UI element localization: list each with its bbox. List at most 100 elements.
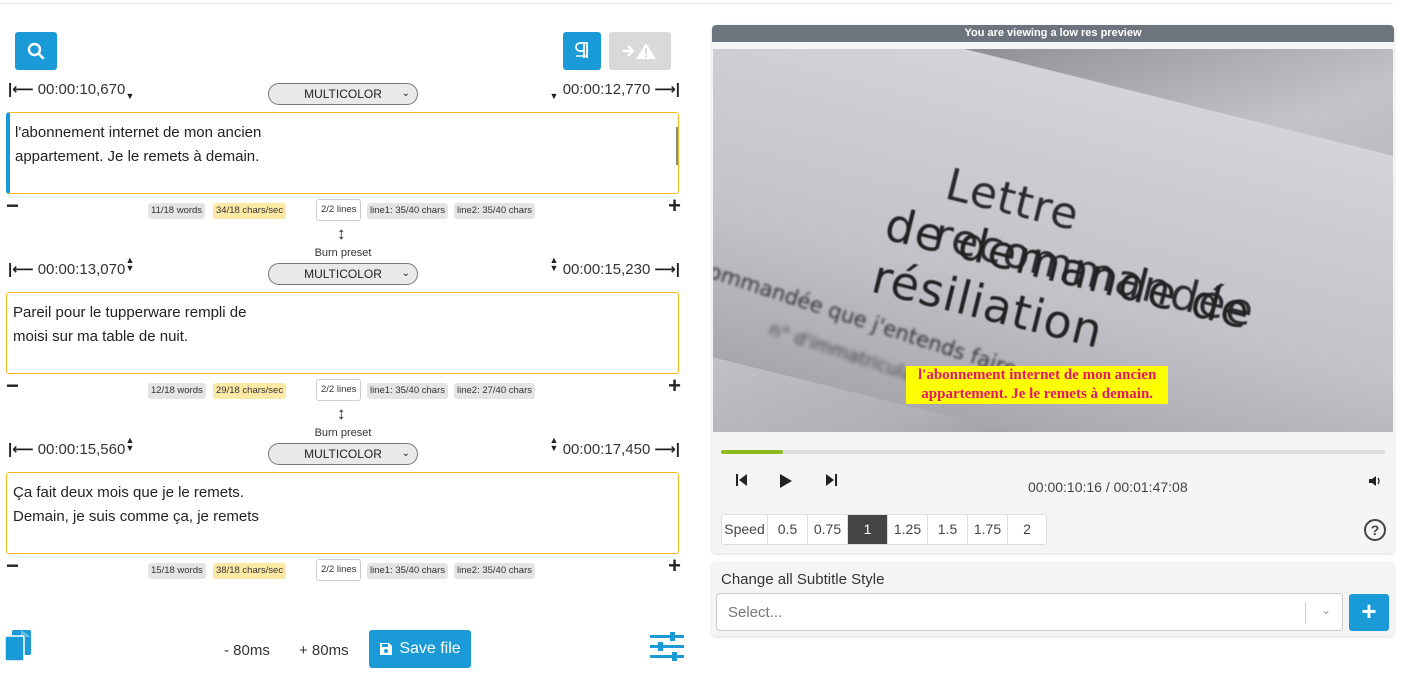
word-count-badge: 12/18 words [148, 383, 206, 399]
end-spinner-icon[interactable]: ▲ ▼ [549, 436, 559, 453]
speed-label: Speed [722, 515, 768, 544]
burned-subtitle: l'abonnement internet de mon ancien appa… [906, 366, 1169, 404]
goto-warning-button[interactable] [609, 32, 671, 70]
pilcrow-icon [575, 42, 588, 58]
cps-badge: 34/18 chars/sec [213, 203, 287, 219]
preset-select[interactable]: MULTICOLOR ⌄ [268, 263, 418, 285]
end-time[interactable]: 00:00:17,450 ⟶| [563, 440, 680, 459]
top-divider [0, 3, 1393, 4]
cps-badge: 29/18 chars/sec [213, 383, 287, 399]
chevron-down-icon: ⌄ [1320, 603, 1331, 617]
line1-chars-badge: line1: 35/40 chars [367, 203, 448, 219]
subtitle-2-stats: − 12/18 words 29/18 chars/sec 2/2 lines … [6, 373, 681, 401]
bottom-toolbar: - 80ms + 80ms Save file [0, 630, 690, 670]
speed-option-selected[interactable]: 1 [848, 515, 888, 544]
low-res-banner: You are viewing a low res preview [712, 25, 1394, 42]
speed-option[interactable]: 0.5 [768, 515, 808, 544]
start-spinner-icon[interactable]: ▲ ▼ [125, 256, 135, 273]
subtitle-2-time-row: |⟵ 00:00:13,070 ▲ ▼ MULTICOLOR ⌄ ▲ ▼ 00:00… [8, 256, 680, 285]
go-end-icon[interactable]: ⟶| [654, 80, 680, 98]
merge-swap-icon[interactable]: ↕ [337, 224, 346, 244]
shift-minus-button[interactable]: - 80ms [224, 642, 270, 659]
subtitle-1-stats: − 11/18 words 34/18 chars/sec 2/2 lines … [6, 193, 681, 221]
start-time[interactable]: |⟵ 00:00:10,670 [8, 80, 125, 99]
speed-option[interactable]: 1.25 [888, 515, 928, 544]
style-select[interactable]: Select... ⌄ [716, 593, 1343, 631]
add-style-button[interactable]: + [1349, 594, 1389, 631]
remove-subtitle-button[interactable]: − [6, 373, 19, 399]
chevron-down-icon: ⌄ [401, 448, 410, 459]
go-start-icon[interactable]: |⟵ [8, 440, 34, 458]
speed-option[interactable]: 1.5 [928, 515, 968, 544]
go-start-icon[interactable]: |⟵ [8, 80, 34, 98]
start-decrease-icon[interactable]: ▼ [125, 92, 135, 101]
burn-preset-label: Burn preset [314, 427, 372, 439]
seek-bar-fill [721, 450, 784, 454]
start-spinner-icon[interactable]: ▲ ▼ [125, 436, 135, 453]
video-frame[interactable]: Lettre recommandée de demande de résilia… [713, 49, 1393, 432]
end-decrease-icon[interactable]: ▼ [549, 92, 559, 101]
cps-badge: 38/18 chars/sec [213, 563, 287, 579]
preset-select[interactable]: MULTICOLOR ⌄ [268, 83, 418, 105]
speed-option[interactable]: 0.75 [808, 515, 848, 544]
floppy-icon [380, 643, 393, 655]
copy-icon[interactable] [4, 630, 32, 662]
line2-chars-badge: line2: 35/40 chars [454, 563, 535, 579]
volume-icon[interactable] [1368, 475, 1382, 490]
line1-chars-badge: line1: 35/40 chars [367, 383, 448, 399]
merge-swap-icon[interactable]: ↕ [337, 404, 346, 424]
arrow-warning-icon [623, 43, 656, 59]
scrollbar[interactable] [676, 127, 678, 165]
search-icon [27, 42, 45, 60]
subtitle-style-panel: Change all Subtitle Style Select... ⌄ + [712, 562, 1394, 636]
skip-forward-icon[interactable] [825, 473, 837, 492]
preset-select[interactable]: MULTICOLOR ⌄ [268, 443, 418, 465]
save-file-button[interactable]: Save file [369, 630, 471, 668]
chevron-down-icon: ⌄ [401, 88, 410, 99]
subtitle-text-area[interactable]: l'abonnement internet de mon ancien appa… [6, 112, 679, 194]
start-time[interactable]: |⟵ 00:00:13,070 [8, 260, 125, 279]
line-count-badge: 2/2 lines [316, 559, 362, 581]
subtitle-text-area[interactable]: Pareil pour le tupperware rempli de mois… [6, 292, 679, 374]
playback-time: 00:00:10:16 / 00:01:47:08 [1028, 479, 1188, 495]
remove-subtitle-button[interactable]: − [6, 553, 19, 579]
shift-plus-button[interactable]: + 80ms [299, 642, 349, 659]
add-subtitle-button[interactable]: + [668, 193, 681, 219]
chevron-down-icon: ⌄ [401, 268, 410, 279]
word-count-badge: 11/18 words [148, 203, 206, 219]
help-icon[interactable]: ? [1364, 519, 1386, 541]
word-count-badge: 15/18 words [148, 563, 206, 579]
seek-bar[interactable] [721, 450, 1385, 454]
line-count-badge: 2/2 lines [316, 379, 362, 401]
show-linebreaks-button[interactable] [563, 32, 601, 70]
add-subtitle-button[interactable]: + [668, 373, 681, 399]
add-subtitle-button[interactable]: + [668, 553, 681, 579]
search-button[interactable] [15, 32, 57, 70]
line2-chars-badge: line2: 27/40 chars [454, 383, 535, 399]
video-player-panel: You are viewing a low res preview Lettre… [712, 25, 1394, 553]
burn-preset-label: Burn preset [314, 247, 372, 259]
end-time[interactable]: 00:00:12,770 ⟶| [563, 80, 680, 99]
start-time[interactable]: |⟵ 00:00:15,560 [8, 440, 125, 459]
go-end-icon[interactable]: ⟶| [654, 440, 680, 458]
select-separator [1305, 602, 1306, 624]
style-panel-title: Change all Subtitle Style [721, 571, 885, 588]
line2-chars-badge: line2: 35/40 chars [454, 203, 535, 219]
end-time[interactable]: 00:00:15,230 ⟶| [563, 260, 680, 279]
subtitle-3-stats: − 15/18 words 38/18 chars/sec 2/2 lines … [6, 553, 681, 581]
end-spinner-icon[interactable]: ▲ ▼ [549, 256, 559, 273]
remove-subtitle-button[interactable]: − [6, 193, 19, 219]
line1-chars-badge: line1: 35/40 chars [367, 563, 448, 579]
speed-option[interactable]: 1.75 [968, 515, 1008, 544]
line-count-badge: 2/2 lines [316, 199, 362, 221]
speed-selector: Speed 0.5 0.75 1 1.25 1.5 1.75 2 [721, 514, 1047, 545]
go-end-icon[interactable]: ⟶| [654, 260, 680, 278]
subtitle-text-area[interactable]: Ça fait deux mois que je le remets. Dema… [6, 472, 679, 554]
speed-option[interactable]: 2 [1008, 515, 1046, 544]
subtitle-1-time-row: |⟵ 00:00:10,670 ▼ MULTICOLOR ⌄ ▼ 00:00:1… [8, 80, 680, 105]
skip-back-icon[interactable] [736, 473, 748, 492]
go-start-icon[interactable]: |⟵ [8, 260, 34, 278]
sliders-icon[interactable] [650, 632, 684, 662]
subtitle-3-time-row: |⟵ 00:00:15,560 ▲ ▼ MULTICOLOR ⌄ ▲ ▼ 00:00… [8, 436, 680, 465]
play-icon[interactable] [779, 473, 793, 494]
